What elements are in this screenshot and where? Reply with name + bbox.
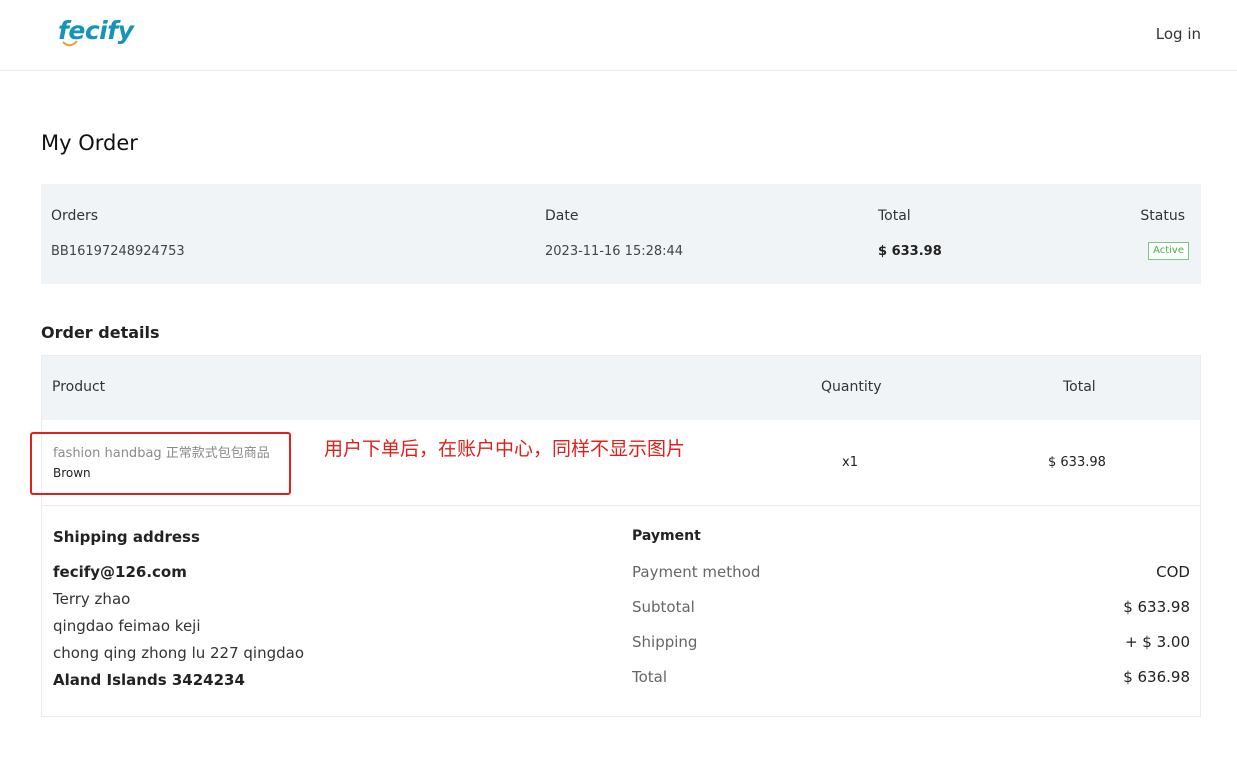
status-label: Status	[1140, 208, 1185, 224]
orders-label: Orders	[51, 208, 99, 224]
shipping-name: Terry zhao	[53, 590, 131, 608]
payment-method-label: Payment method	[632, 563, 761, 581]
page-title: My Order	[41, 131, 138, 155]
quantity-column-header: Quantity	[821, 379, 882, 395]
annotation-text: 用户下单后，在账户中心，同样不显示图片	[324, 438, 686, 460]
product-quantity: x1	[842, 455, 858, 470]
subtotal-label: Subtotal	[632, 598, 695, 616]
order-date: 2023-11-16 15:28:44	[545, 244, 684, 259]
grand-total-value: $ 636.98	[1123, 668, 1190, 686]
order-details-title: Order details	[41, 323, 160, 342]
shipping-region: Aland Islands 3424234	[53, 671, 245, 689]
logo-swoosh-icon	[62, 40, 78, 47]
order-details-panel: Product Quantity Total fashion handbag 正…	[41, 355, 1201, 717]
date-label: Date	[545, 208, 579, 224]
shipping-cost-label: Shipping	[632, 633, 698, 651]
site-header: fecify Log in	[0, 0, 1237, 71]
payment-title: Payment	[632, 528, 701, 544]
payment-method-value: COD	[1156, 563, 1190, 581]
status-badge: Active	[1148, 242, 1189, 260]
product-column-header: Product	[52, 379, 106, 395]
login-link[interactable]: Log in	[1156, 25, 1201, 43]
annotation-highlight-box	[30, 432, 291, 495]
shipping-cost-value: + $ 3.00	[1124, 633, 1190, 651]
subtotal-value: $ 633.98	[1123, 598, 1190, 616]
order-summary: Orders Date Total Status BB1619724892475…	[41, 184, 1201, 284]
shipping-company: qingdao feimao keji	[53, 617, 201, 635]
grand-total-label: Total	[632, 668, 668, 686]
shipping-street: chong qing zhong lu 227 qingdao	[53, 644, 305, 662]
total-label: Total	[878, 208, 911, 224]
order-total: $ 633.98	[878, 244, 942, 259]
shipping-email: fecify@126.com	[53, 563, 187, 581]
order-number: BB16197248924753	[51, 244, 185, 259]
product-total: $ 633.98	[1048, 455, 1106, 470]
total-column-header: Total	[1063, 379, 1096, 395]
details-table-header: Product Quantity Total	[42, 356, 1200, 420]
shipping-address-title: Shipping address	[53, 528, 200, 546]
